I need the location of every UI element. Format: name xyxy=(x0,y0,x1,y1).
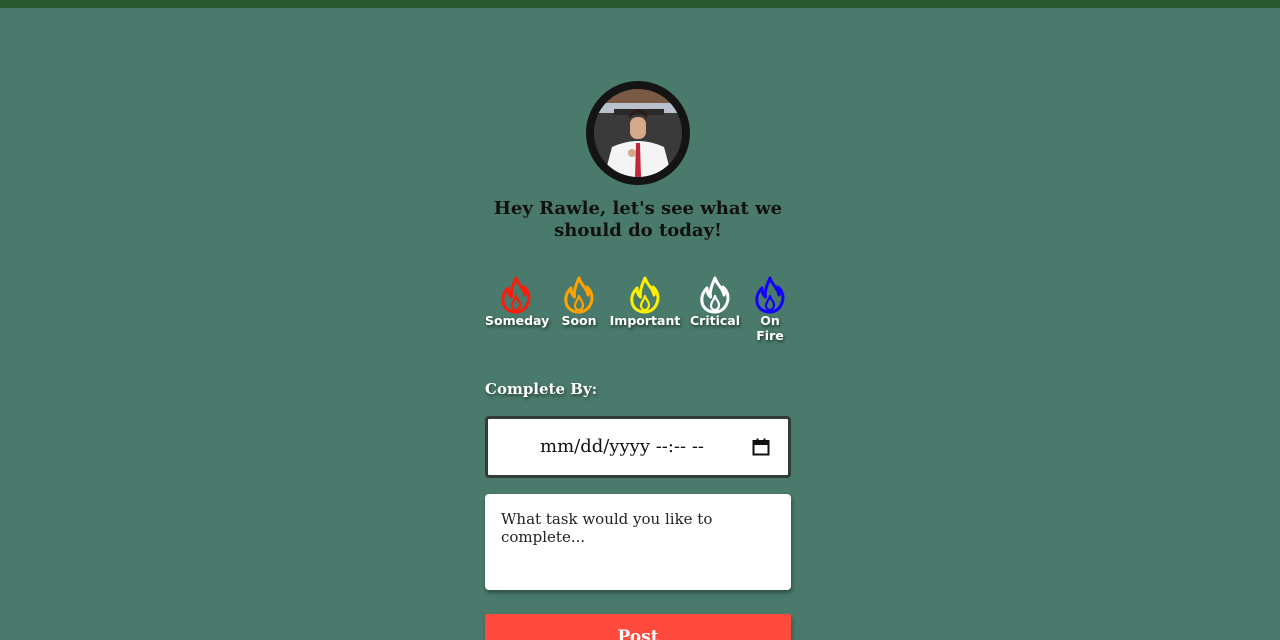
avatar-photo xyxy=(594,89,682,177)
flame-icon xyxy=(501,276,531,314)
task-placeholder: What task would you like to complete... xyxy=(501,510,713,546)
priority-label: Soon xyxy=(561,313,597,328)
datetime-input[interactable]: mm/dd/yyyy --:-- -- xyxy=(485,416,791,478)
task-textarea[interactable]: What task would you like to complete... xyxy=(485,494,791,590)
priority-on-fire[interactable]: On Fire xyxy=(751,276,789,343)
avatar xyxy=(586,81,690,185)
flame-icon xyxy=(564,276,594,314)
priority-label: Critical xyxy=(689,313,740,328)
priority-label: On Fire xyxy=(756,313,784,343)
priority-label: Important xyxy=(609,313,681,328)
priority-label: Someday xyxy=(485,313,550,328)
priority-selector: Someday Soon Important Critical On Fire xyxy=(485,276,791,356)
flame-icon xyxy=(755,276,785,314)
priority-important[interactable]: Important xyxy=(609,276,681,328)
datetime-value: mm/dd/yyyy --:-- -- xyxy=(540,436,704,457)
priority-critical[interactable]: Critical xyxy=(689,276,741,328)
priority-someday[interactable]: Someday xyxy=(485,276,550,328)
post-button[interactable]: Post xyxy=(485,614,791,640)
complete-by-label: Complete By: xyxy=(485,380,598,398)
priority-soon[interactable]: Soon xyxy=(559,276,599,328)
calendar-icon[interactable] xyxy=(752,438,770,456)
greeting-heading: Hey Rawle, let's see what we should do t… xyxy=(493,198,783,241)
flame-icon xyxy=(630,276,660,314)
top-bar xyxy=(0,0,1280,8)
flame-icon xyxy=(700,276,730,314)
